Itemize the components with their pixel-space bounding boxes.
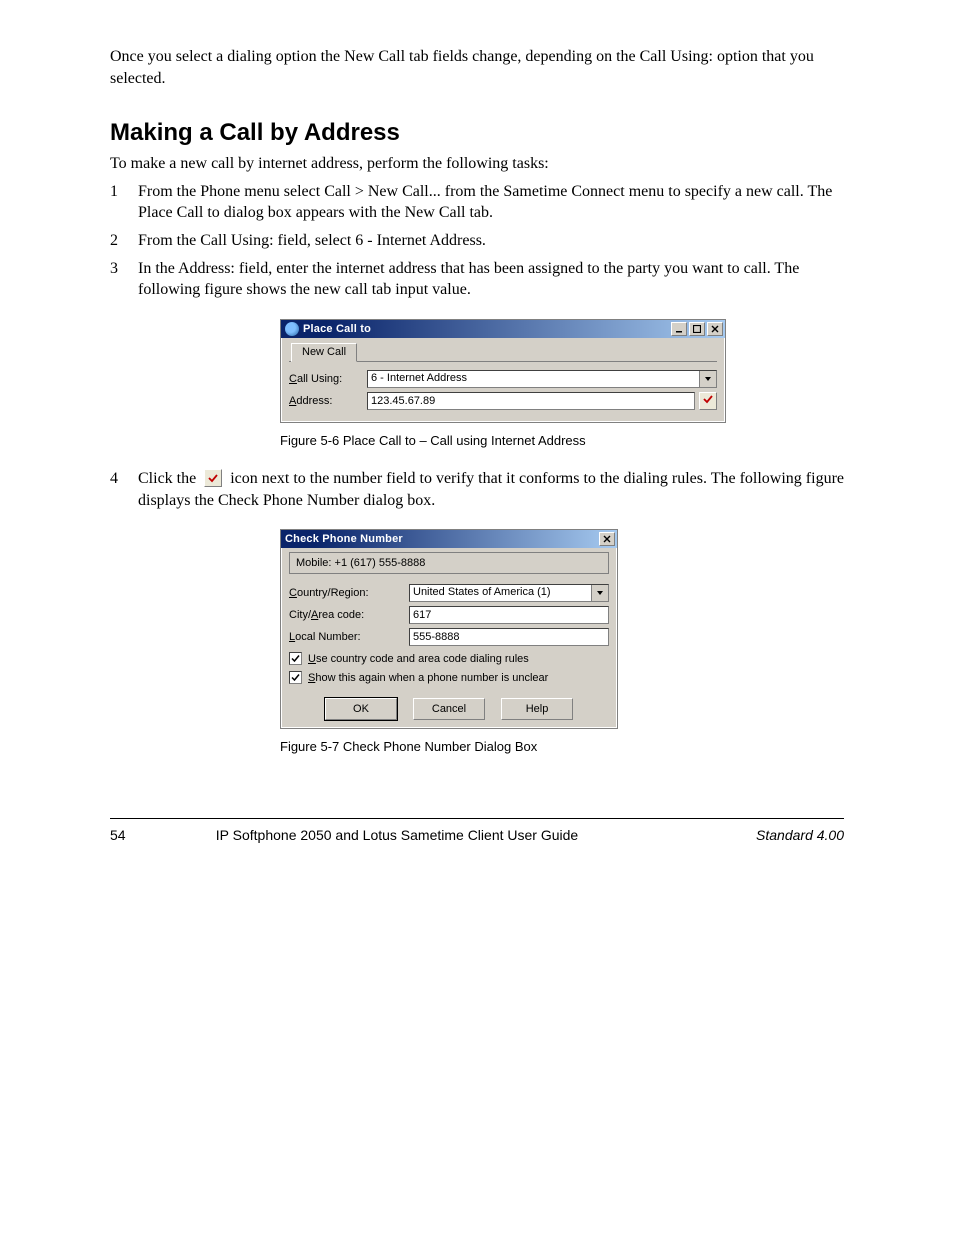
check-phone-dialog: Check Phone Number Mobile: +1 (617) 555-… [280,529,618,729]
close-button[interactable] [707,322,723,336]
figure-caption: Figure 5-6 Place Call to – Call using In… [280,433,586,448]
step-text: From the Phone menu select Call > New Ca… [138,181,844,224]
intro-text: Once you select a dialing option the New… [110,46,844,89]
page-number: 54 [110,827,150,843]
checkbox-icon [289,671,302,684]
step-item: 3 In the Address: field, enter the inter… [110,258,844,301]
section-subtext: To make a new call by internet address, … [110,153,844,175]
local-number-input[interactable] [409,628,609,646]
country-select[interactable]: United States of America (1) [409,584,609,602]
summary-box: Mobile: +1 (617) 555-8888 [289,552,609,574]
show-again-checkbox[interactable]: Show this again when a phone number is u… [289,671,609,684]
tab-bar: New Call [289,342,717,362]
call-using-label: Call Using: [289,373,367,385]
step-item: 2 From the Call Using: field, select 6 -… [110,230,844,252]
window-title: Place Call to [303,323,671,335]
section-heading: Making a Call by Address [110,119,844,147]
footer-version: Standard 4.00 [644,827,844,843]
close-button[interactable] [599,532,615,546]
local-number-label: Local Number: [289,631,409,643]
chevron-down-icon[interactable] [699,371,716,387]
step-item: 4 Click the icon next to the number fiel… [110,468,844,512]
titlebar[interactable]: Place Call to [281,320,725,338]
footer-title: IP Softphone 2050 and Lotus Sametime Cli… [150,827,644,843]
address-input[interactable] [367,392,695,410]
checkmark-icon [204,469,222,487]
step-text: From the Call Using: field, select 6 - I… [138,230,844,252]
window-title: Check Phone Number [285,533,599,545]
area-code-label: City/Area code: [289,609,409,621]
step-text: In the Address: field, enter the interne… [138,258,844,301]
titlebar[interactable]: Check Phone Number [281,530,617,548]
figure-caption: Figure 5-7 Check Phone Number Dialog Box [280,739,537,754]
page-footer: 54 IP Softphone 2050 and Lotus Sametime … [110,827,844,843]
step-item: 1 From the Phone menu select Call > New … [110,181,844,224]
call-using-select[interactable]: 6 - Internet Address [367,370,717,388]
chevron-down-icon[interactable] [591,585,608,601]
use-dialing-rules-checkbox[interactable]: Use country code and area code dialing r… [289,652,609,665]
step-text: Click the icon next to the number field … [138,468,844,512]
maximize-button[interactable] [689,322,705,336]
tab-new-call[interactable]: New Call [291,343,357,362]
footer-divider [110,818,844,819]
check-number-button[interactable] [699,392,717,410]
checkmark-icon [703,394,713,407]
country-label: Country/Region: [289,587,409,599]
area-code-input[interactable] [409,606,609,624]
place-call-dialog: Place Call to New Call [280,319,726,423]
ok-button[interactable]: OK [325,698,397,720]
cancel-button[interactable]: Cancel [413,698,485,720]
minimize-button[interactable] [671,322,687,336]
checkbox-icon [289,652,302,665]
help-button[interactable]: Help [501,698,573,720]
address-label: Address: [289,395,367,407]
app-icon [285,322,299,336]
